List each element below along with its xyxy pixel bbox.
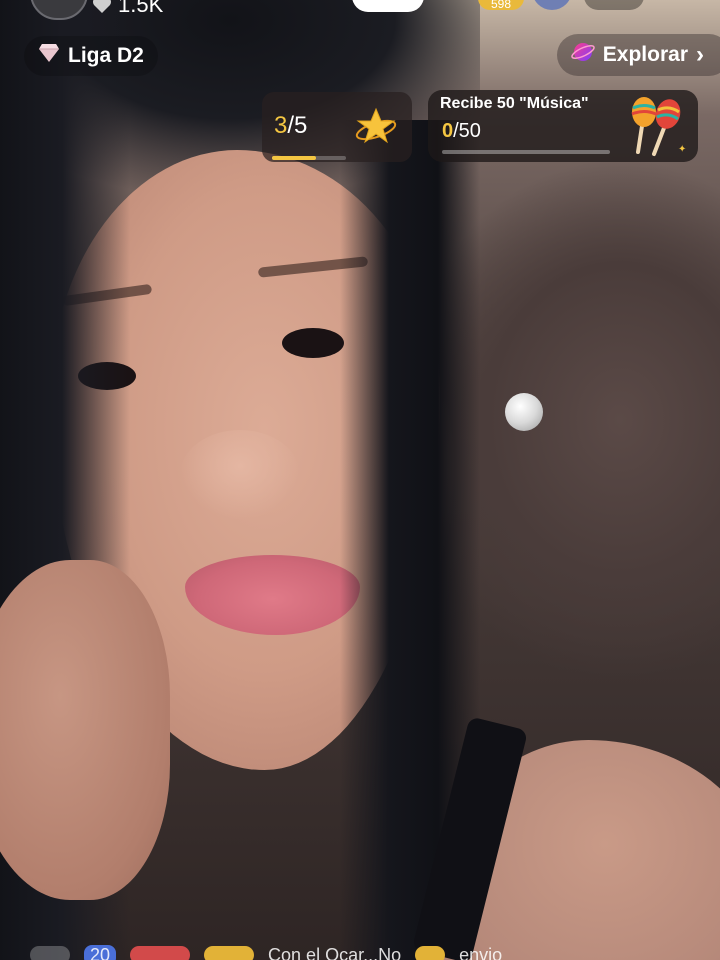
likes-stat: 1.5K: [92, 0, 163, 18]
svg-text:✦: ✦: [678, 144, 686, 155]
background-video-nose: [180, 430, 300, 520]
background-video-couch-button: [505, 393, 543, 431]
ticker-trailing: envio: [459, 944, 503, 960]
chevron-right-icon: ›: [696, 41, 704, 68]
likes-count: 1.5K: [118, 0, 164, 17]
quest-title: Recibe 50 "Música": [440, 95, 589, 112]
heart-icon: [92, 0, 112, 14]
rank-progress-bar: [272, 156, 346, 160]
quest-progress-bar: [442, 150, 610, 154]
background-video-right-eye: [282, 328, 344, 358]
ticker-chip-gold: [204, 946, 255, 960]
rank-progress-current: 3: [274, 112, 288, 139]
league-badge[interactable]: Liga D2: [24, 36, 158, 76]
rank-progress-fill: [272, 156, 317, 160]
follow-button[interactable]: [352, 0, 424, 12]
planet-icon: [571, 40, 595, 70]
maracas-icon: ✦: [624, 94, 690, 165]
rank-progress-total: /5: [287, 112, 308, 139]
quest-count: 0/50: [442, 120, 481, 143]
gold-badge-text: 598: [490, 0, 512, 11]
explore-button[interactable]: Explorar ›: [556, 34, 720, 76]
league-label: Liga D2: [68, 44, 144, 67]
background-video-hand: [0, 560, 170, 900]
quest-total: /50: [453, 120, 481, 142]
viewer-avatar[interactable]: [532, 0, 572, 10]
gold-badge[interactable]: 598: [478, 0, 524, 11]
gift-quest-card[interactable]: Recibe 50 "Música" 0/50 ✦: [428, 90, 698, 162]
ticker-chip-gold-2: [415, 946, 446, 960]
explore-label: Explorar: [602, 43, 688, 66]
ticker-chip: [30, 946, 70, 960]
ticker-comment: Con el Ocar...No: [268, 944, 402, 960]
bottom-comment-ticker: 20 Con el Ocar...No envio: [0, 942, 720, 960]
star-icon: [354, 106, 398, 151]
rank-progress-text: 3/5: [274, 112, 307, 140]
ticker-chip-red: [130, 946, 191, 960]
viewer-count-pill[interactable]: [584, 0, 644, 10]
live-stream-view: 1.5K 598 Liga D2 Explorar › 3/5 Recibe 5…: [0, 0, 720, 960]
quest-current: 0: [442, 120, 454, 142]
rank-progress-card[interactable]: 3/5: [262, 92, 412, 162]
ticker-badge: 20: [84, 944, 117, 960]
diamond-icon: [38, 43, 60, 69]
